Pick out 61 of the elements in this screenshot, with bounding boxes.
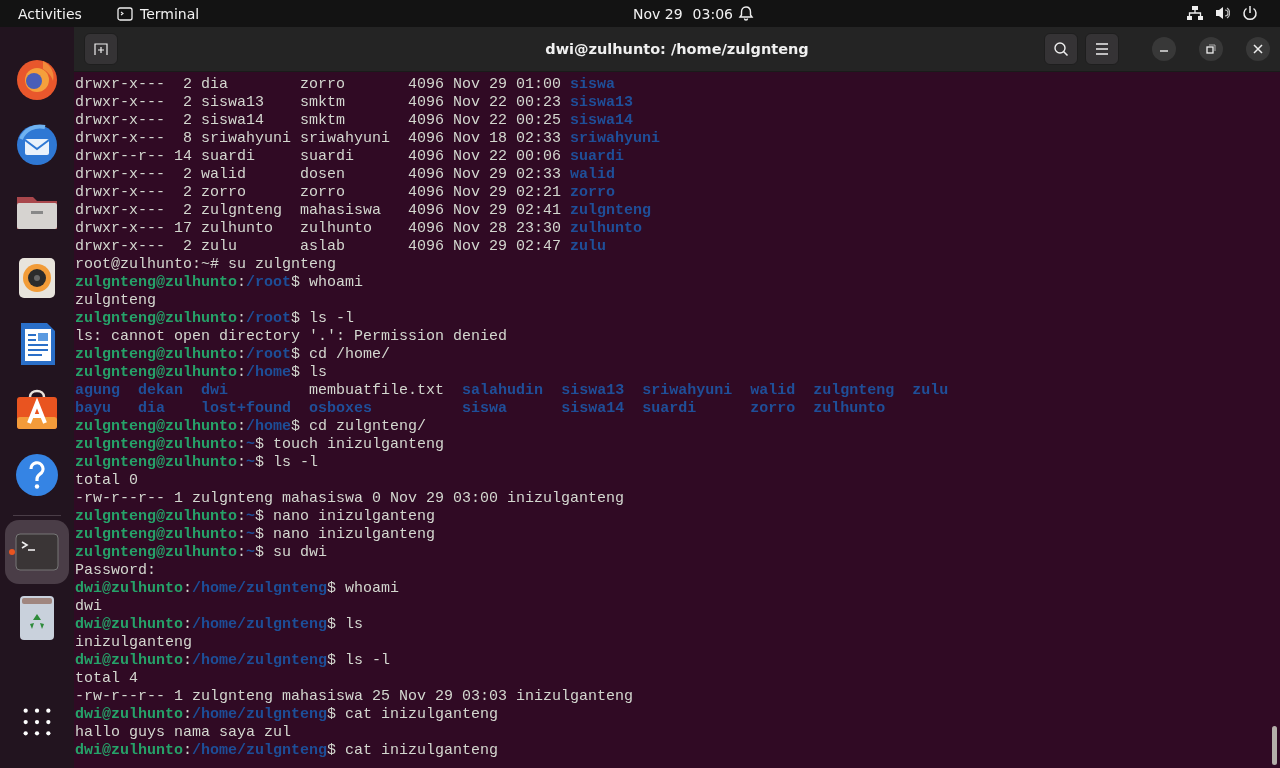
- terminal-line: zulgnteng@zulhunto:/root$ ls -l: [75, 310, 355, 328]
- terminal-line: hallo guys nama saya zul: [75, 724, 292, 742]
- terminal-line: dwi@zulhunto:/home/zulgnteng$ ls -l: [75, 652, 391, 670]
- terminal-line: drwxr-x--- 17 zulhunto zulhunto 4096 Nov 28 23:30 zulhunto: [75, 220, 643, 238]
- close-icon: [1253, 44, 1263, 54]
- new-tab-icon: [93, 41, 109, 57]
- terminal-line: total 0: [75, 472, 138, 490]
- power-icon[interactable]: [1242, 5, 1258, 21]
- terminal-line: drwxr-x--- 2 zulu aslab 4096 Nov 29 02:47 zulu: [75, 238, 607, 256]
- terminal-line: ls: cannot open directory '.': Permission denied: [75, 328, 508, 346]
- new-tab-button[interactable]: [84, 33, 118, 65]
- terminal-line: -rw-r--r-- 1 zulgnteng mahasiswa 25 Nov 29 03:03 inizulganteng: [75, 688, 634, 706]
- notification-bell-icon[interactable]: [738, 5, 754, 21]
- minimize-button[interactable]: [1152, 37, 1176, 61]
- terminal-line: dwi@zulhunto:/home/zulgnteng$ whoami: [75, 580, 400, 598]
- terminal-line: root@zulhunto:~# su zulgnteng: [75, 256, 337, 274]
- terminal-line: zulgnteng@zulhunto:/root$ whoami: [75, 274, 364, 292]
- terminal-line: drwxr-x--- 2 walid dosen 4096 Nov 29 02:33 walid: [75, 166, 616, 184]
- close-button[interactable]: [1246, 37, 1270, 61]
- maximize-button[interactable]: [1199, 37, 1223, 61]
- terminal-line: drwxr-x--- 2 zorro zorro 4096 Nov 29 02:21 zorro: [75, 184, 616, 202]
- search-button[interactable]: [1044, 33, 1078, 65]
- terminal-line: -rw-r--r-- 1 zulgnteng mahasiswa 0 Nov 29 03:00 inizulganteng: [75, 490, 625, 508]
- menu-button[interactable]: [1085, 33, 1119, 65]
- terminal-line: zulgnteng@zulhunto:/root$ cd /home/: [75, 346, 391, 364]
- search-icon: [1053, 41, 1069, 57]
- terminal-line: drwxr-x--- 2 siswa13 smktm 4096 Nov 22 00:23 siswa13: [75, 94, 634, 112]
- terminal-line: dwi@zulhunto:/home/zulgnteng$ cat inizulganteng: [75, 742, 499, 760]
- terminal-line: drwxr--r-- 14 suardi suardi 4096 Nov 22 00:06 suardi: [75, 148, 625, 166]
- terminal-line: zulgnteng@zulhunto:~$ nano inizulganteng: [75, 508, 436, 526]
- clock-date[interactable]: Nov 29: [633, 5, 683, 22]
- terminal-line: zulgnteng@zulhunto:~$ touch inizulganteng: [75, 436, 445, 454]
- help-icon: [13, 451, 61, 499]
- terminal-line: zulgnteng@zulhunto:~$ nano inizulganteng: [75, 526, 436, 544]
- window-title: dwi@zulhunto: /home/zulgnteng: [545, 41, 809, 57]
- terminal-line: Password:: [75, 562, 156, 580]
- clock-time[interactable]: 03:06: [692, 5, 733, 22]
- terminal-line: inizulganteng: [75, 634, 193, 652]
- terminal-line: dwi: [75, 598, 102, 616]
- terminal-line: zulgnteng@zulhunto:/home$ ls: [75, 364, 328, 382]
- terminal-icon: [117, 6, 133, 21]
- terminal-line: zulgnteng@zulhunto:~$ su dwi: [75, 544, 328, 562]
- menu-icon: [1094, 41, 1110, 57]
- terminal-line: total 4: [75, 670, 138, 688]
- terminal-line: drwxr-x--- 2 siswa14 smktm 4096 Nov 22 00:25 siswa14: [75, 112, 634, 130]
- terminal-line: dwi@zulhunto:/home/zulgnteng$ ls: [75, 616, 364, 634]
- terminal-line: bayu dia lost+found osboxes siswa siswa14 suardi zorro zulhunto: [75, 400, 886, 418]
- speaker-volume-icon[interactable]: [1215, 5, 1230, 21]
- terminal-line: zulgnteng@zulhunto:~$ ls -l: [75, 454, 319, 472]
- terminal-line: drwxr-x--- 2 dia zorro 4096 Nov 29 01:00 siswa: [75, 76, 616, 94]
- app-menu-label[interactable]: Terminal: [140, 5, 200, 22]
- network-icon[interactable]: [1187, 6, 1203, 20]
- terminal-line: zulgnteng: [75, 292, 156, 310]
- terminal-line: dwi@zulhunto:/home/zulgnteng$ cat inizulganteng: [75, 706, 499, 724]
- activities-button[interactable]: Activities: [18, 5, 98, 22]
- terminal-line: drwxr-x--- 2 zulgnteng mahasiswa 4096 Nov 29 02:41 zulgnteng: [75, 202, 652, 220]
- terminal-line: agung dekan dwi membuatfile.txt salahudin siswa13 sriwahyuni walid zulgnteng zulu: [75, 382, 949, 400]
- terminal-line: zulgnteng@zulhunto:/home$ cd zulgnteng/: [75, 418, 427, 436]
- restore-icon: [1206, 44, 1216, 54]
- scrollbar-thumb[interactable]: [1272, 726, 1277, 765]
- terminal-line: drwxr-x--- 8 sriwahyuni sriwahyuni 4096 Nov 18 02:33 sriwahyuni: [75, 130, 661, 148]
